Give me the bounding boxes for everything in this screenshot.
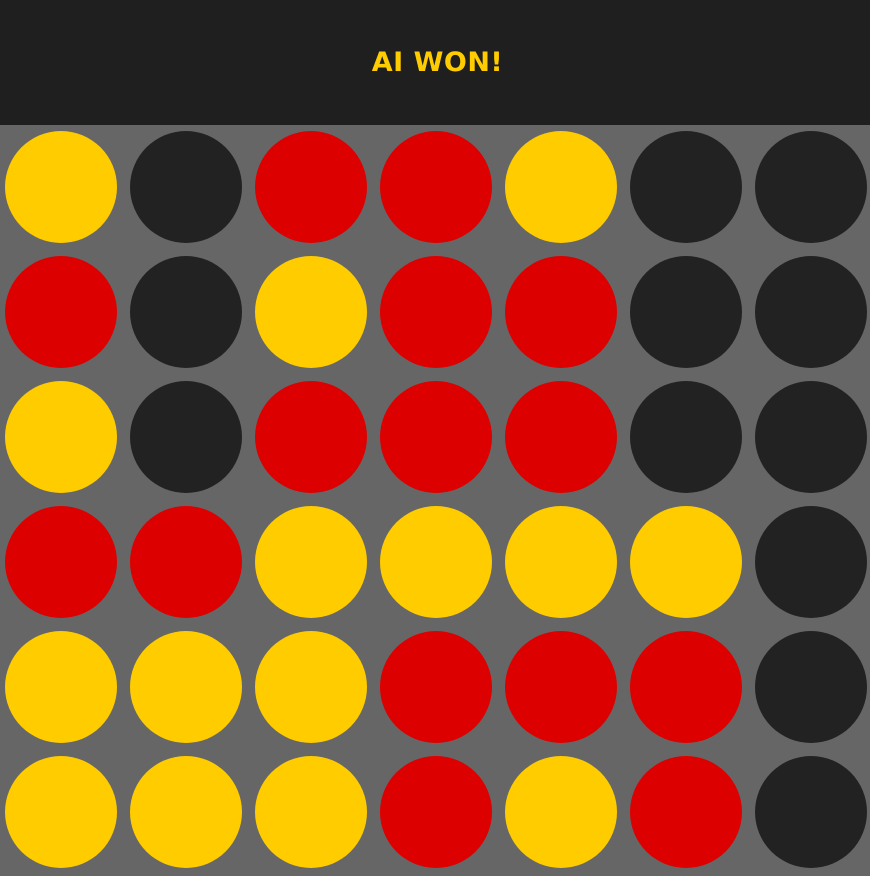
red-disc[interactable] <box>380 756 492 868</box>
yellow-disc[interactable] <box>505 131 617 243</box>
red-disc[interactable] <box>380 256 492 368</box>
red-disc[interactable] <box>255 131 367 243</box>
red-disc[interactable] <box>5 256 117 368</box>
yellow-disc[interactable] <box>630 506 742 618</box>
empty-slot[interactable] <box>130 131 242 243</box>
yellow-disc[interactable] <box>505 506 617 618</box>
yellow-disc[interactable] <box>130 756 242 868</box>
game-board[interactable] <box>0 125 870 876</box>
yellow-disc[interactable] <box>505 756 617 868</box>
yellow-disc[interactable] <box>255 756 367 868</box>
yellow-disc[interactable] <box>5 131 117 243</box>
yellow-disc[interactable] <box>130 631 242 743</box>
red-disc[interactable] <box>380 381 492 493</box>
game-status-text: AI WON! <box>371 47 504 78</box>
empty-slot[interactable] <box>755 131 867 243</box>
empty-slot[interactable] <box>630 256 742 368</box>
empty-slot[interactable] <box>630 381 742 493</box>
red-disc[interactable] <box>505 381 617 493</box>
yellow-disc[interactable] <box>380 506 492 618</box>
red-disc[interactable] <box>630 631 742 743</box>
yellow-disc[interactable] <box>5 381 117 493</box>
red-disc[interactable] <box>380 631 492 743</box>
yellow-disc[interactable] <box>5 631 117 743</box>
empty-slot[interactable] <box>755 631 867 743</box>
empty-slot[interactable] <box>755 506 867 618</box>
empty-slot[interactable] <box>130 256 242 368</box>
red-disc[interactable] <box>630 756 742 868</box>
red-disc[interactable] <box>130 506 242 618</box>
empty-slot[interactable] <box>755 381 867 493</box>
yellow-disc[interactable] <box>255 256 367 368</box>
red-disc[interactable] <box>505 631 617 743</box>
empty-slot[interactable] <box>630 131 742 243</box>
red-disc[interactable] <box>505 256 617 368</box>
yellow-disc[interactable] <box>255 631 367 743</box>
yellow-disc[interactable] <box>5 756 117 868</box>
yellow-disc[interactable] <box>255 506 367 618</box>
empty-slot[interactable] <box>130 381 242 493</box>
status-bar: AI WON! <box>0 0 870 125</box>
empty-slot[interactable] <box>755 256 867 368</box>
red-disc[interactable] <box>5 506 117 618</box>
empty-slot[interactable] <box>755 756 867 868</box>
red-disc[interactable] <box>255 381 367 493</box>
red-disc[interactable] <box>380 131 492 243</box>
